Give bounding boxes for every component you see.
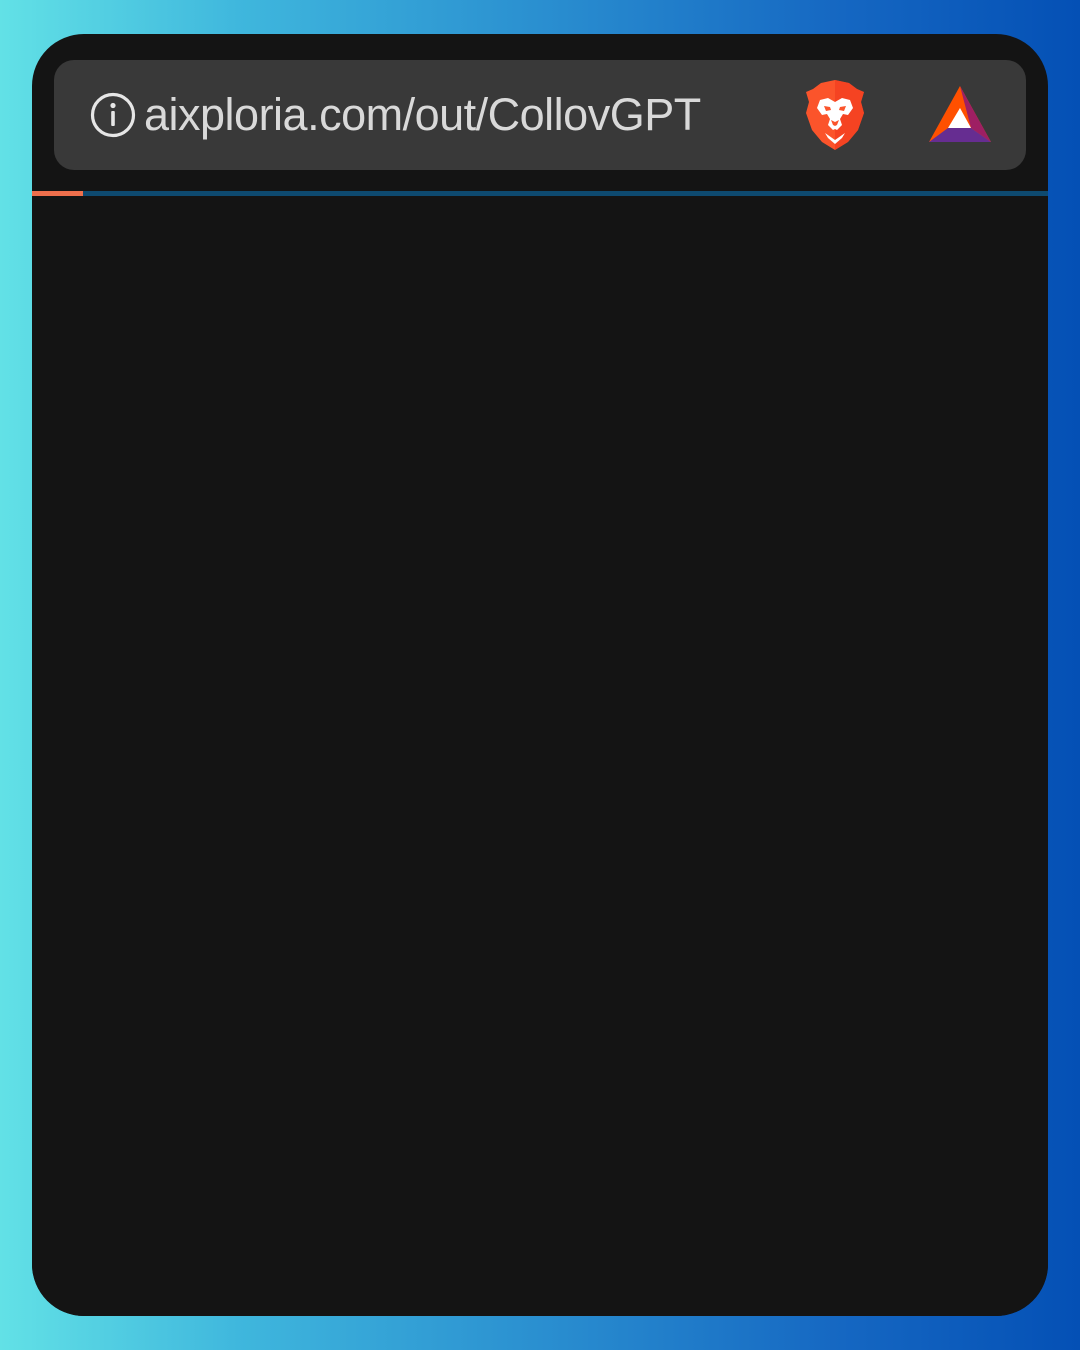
info-circle-icon[interactable] bbox=[90, 92, 136, 138]
brave-lion-icon[interactable] bbox=[804, 78, 866, 152]
web-page-content[interactable] bbox=[32, 196, 1048, 1316]
browser-window: aixploria.com/out/CollovGPT bbox=[32, 34, 1048, 1316]
bat-triangle-icon[interactable] bbox=[927, 84, 993, 146]
url-text[interactable]: aixploria.com/out/CollovGPT bbox=[144, 86, 701, 144]
address-bar[interactable]: aixploria.com/out/CollovGPT bbox=[54, 60, 1026, 170]
